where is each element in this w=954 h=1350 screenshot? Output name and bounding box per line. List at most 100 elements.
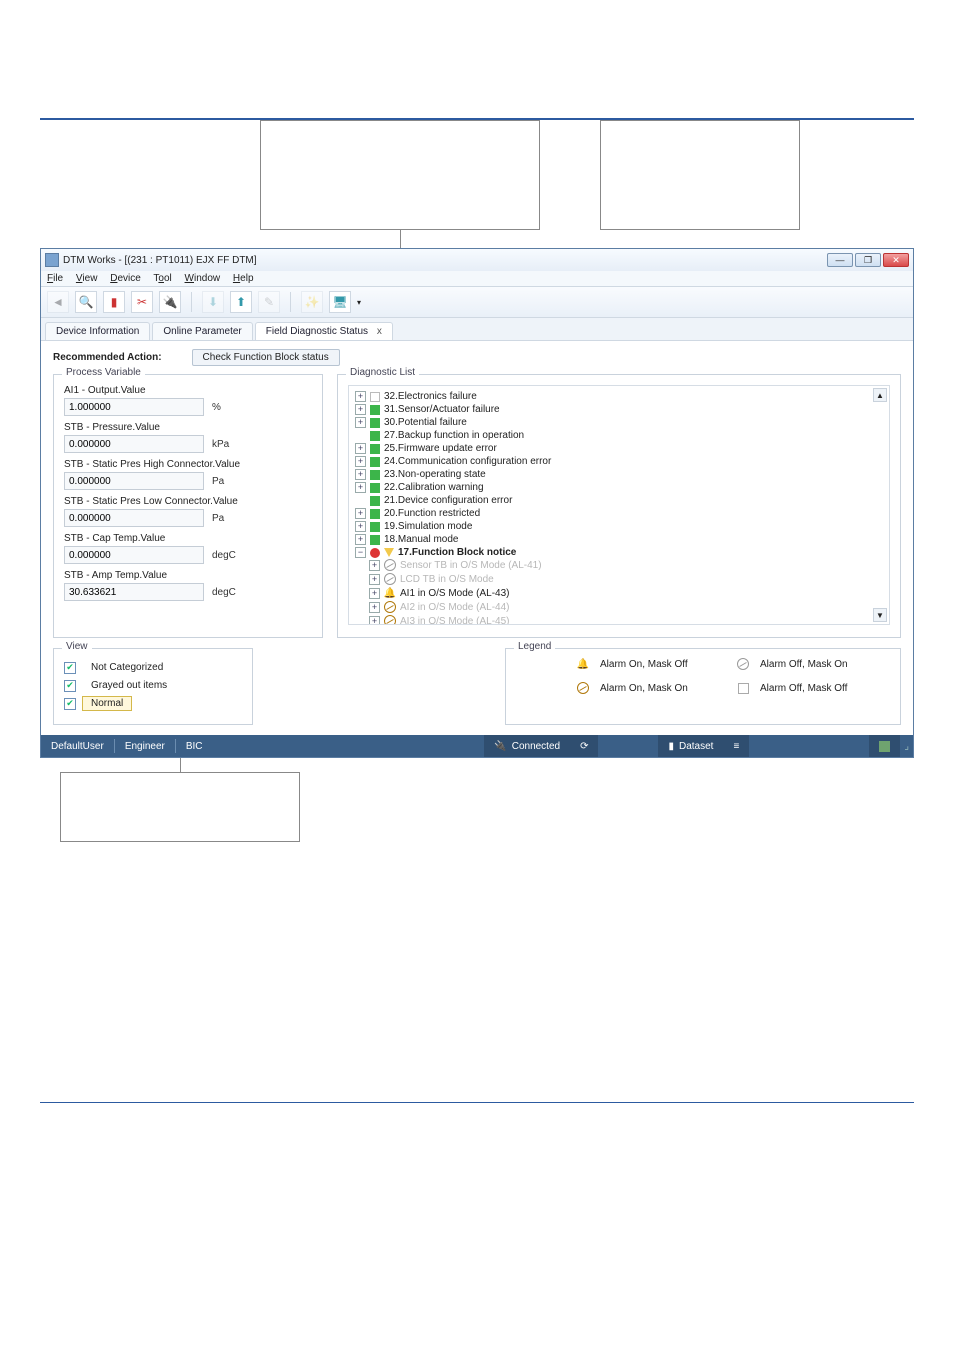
tree-leaf[interactable]: AI2 in O/S Mode (AL-44) — [400, 602, 510, 613]
app-window: DTM Works - [(231 : PT1011) EJX FF DTM] … — [40, 248, 914, 758]
tree-leaf[interactable]: AI1 in O/S Mode (AL-43) — [400, 588, 510, 599]
pv-label: AI1 - Output.Value — [64, 385, 312, 396]
tree-node[interactable]: 22.Calibration warning — [384, 482, 484, 493]
minimize-button[interactable]: — — [827, 253, 853, 267]
process-variable-group: Process Variable AI1 - Output.Value%STB … — [53, 374, 323, 638]
tree-node[interactable]: 17.Function Block notice — [398, 547, 516, 558]
status-user: DefaultUser — [51, 741, 104, 752]
expand-icon[interactable]: + — [355, 521, 366, 532]
tree-node[interactable]: 30.Potential failure — [384, 417, 467, 428]
checkbox-grayed-out[interactable]: ✔ — [64, 680, 76, 692]
expand-icon[interactable]: + — [369, 588, 380, 599]
toolbar-wand-icon: ✨ — [301, 291, 323, 313]
tab-field-diagnostic-status[interactable]: Field Diagnostic Status x — [255, 322, 393, 340]
expand-icon[interactable]: + — [369, 574, 380, 585]
tree-node[interactable]: 32.Electronics failure — [384, 391, 477, 402]
expand-icon[interactable]: + — [355, 417, 366, 428]
annotation-box-top-left — [260, 120, 540, 230]
pv-label: STB - Pressure.Value — [64, 422, 312, 433]
toolbar-connect-icon[interactable]: 🔌 — [159, 291, 181, 313]
pv-unit: degC — [212, 550, 252, 561]
tab-device-information[interactable]: Device Information — [45, 322, 150, 340]
menu-window[interactable]: Window — [185, 273, 221, 284]
pv-label: STB - Static Pres High Connector.Value — [64, 459, 312, 470]
resize-grip-icon[interactable]: ⌟ — [904, 741, 909, 752]
refresh-icon[interactable]: ⟳ — [580, 741, 588, 752]
tree-leaf[interactable]: AI3 in O/S Mode (AL-45) — [400, 616, 510, 626]
menu-device[interactable]: Device — [110, 273, 141, 284]
legend-label: Alarm Off, Mask Off — [760, 683, 890, 694]
title-bar[interactable]: DTM Works - [(231 : PT1011) EJX FF DTM] … — [41, 249, 913, 271]
expand-icon[interactable]: + — [355, 391, 366, 402]
pv-value-field — [64, 546, 204, 564]
tab-close-icon[interactable]: x — [377, 326, 382, 337]
expand-icon[interactable]: + — [369, 602, 380, 613]
bell-icon: 🔔 — [577, 658, 589, 670]
menu-view[interactable]: View — [76, 273, 98, 284]
expand-icon[interactable]: + — [355, 534, 366, 545]
pv-label: STB - Amp Temp.Value — [64, 570, 312, 581]
tree-node[interactable]: 27.Backup function in operation — [384, 430, 524, 441]
annotation-box-top-right — [600, 120, 800, 230]
tree-node[interactable]: 25.Firmware update error — [384, 443, 497, 454]
expand-icon[interactable]: + — [355, 482, 366, 493]
pv-value-field — [64, 583, 204, 601]
menu-file[interactable]: File — [47, 273, 63, 284]
tree-node[interactable]: 23.Non-operating state — [384, 469, 486, 480]
pv-unit: Pa — [212, 476, 252, 487]
pv-unit: % — [212, 402, 252, 413]
view-option-label: Normal — [82, 696, 132, 711]
tree-node[interactable]: 18.Manual mode — [384, 534, 459, 545]
toolbar-db-icon[interactable]: ▮ — [103, 291, 125, 313]
close-button[interactable]: ✕ — [883, 253, 909, 267]
scroll-up-icon[interactable]: ▲ — [873, 388, 887, 402]
expand-icon[interactable]: + — [355, 456, 366, 467]
scroll-down-icon[interactable]: ▼ — [873, 608, 887, 622]
menu-tool[interactable]: Tool — [153, 273, 171, 284]
toolbar-monitor-icon[interactable]: 🖥 — [329, 291, 351, 313]
tree-node[interactable]: 20.Function restricted — [384, 508, 480, 519]
pv-label: STB - Static Pres Low Connector.Value — [64, 496, 312, 507]
square-icon — [738, 683, 749, 694]
tree-node[interactable]: 21.Device configuration error — [384, 495, 512, 506]
status-indicator-icon — [879, 741, 890, 752]
expand-icon[interactable]: + — [355, 443, 366, 454]
diagnostic-tree[interactable]: ▲ ▼ +32.Electronics failure +31.Sensor/A… — [348, 385, 890, 625]
legend-label: Alarm On, Mask Off — [600, 659, 730, 670]
expand-icon[interactable]: + — [369, 616, 380, 626]
expand-icon[interactable]: + — [369, 560, 380, 571]
pv-value-field — [64, 398, 204, 416]
expand-icon[interactable]: + — [355, 404, 366, 415]
expand-icon[interactable]: + — [355, 508, 366, 519]
ban-icon — [384, 601, 396, 613]
tree-node[interactable]: 19.Simulation mode — [384, 521, 472, 532]
toolbar-find-icon[interactable]: 🔍 — [75, 291, 97, 313]
tab-online-parameter[interactable]: Online Parameter — [152, 322, 252, 340]
tree-leaf[interactable]: LCD TB in O/S Mode — [400, 574, 494, 585]
tree-leaf[interactable]: Sensor TB in O/S Mode (AL-41) — [400, 560, 542, 571]
checkbox-not-categorized[interactable]: ✔ — [64, 662, 76, 674]
plug-icon: 🔌 — [494, 741, 506, 752]
toolbar-upload-icon[interactable]: ⬆ — [230, 291, 252, 313]
pv-value-field — [64, 472, 204, 490]
ban-icon — [577, 682, 589, 694]
window-title: DTM Works - [(231 : PT1011) EJX FF DTM] — [63, 255, 257, 266]
view-option-label: Grayed out items — [82, 678, 176, 693]
toolbar-disconnect-icon[interactable]: ✂ — [131, 291, 153, 313]
expand-icon[interactable]: + — [355, 469, 366, 480]
collapse-icon[interactable]: − — [355, 547, 366, 558]
maximize-button[interactable]: ❐ — [855, 253, 881, 267]
pv-value-field — [64, 435, 204, 453]
tree-node[interactable]: 24.Communication configuration error — [384, 456, 551, 467]
ban-icon — [737, 658, 749, 670]
status-role: Engineer — [125, 741, 165, 752]
menu-bar: File View Device Tool Window Help — [41, 271, 913, 287]
checkbox-normal[interactable]: ✔ — [64, 698, 76, 710]
status-bar: DefaultUser Engineer BIC 🔌Connected ⟳ ▮D… — [41, 735, 913, 757]
tree-node[interactable]: 31.Sensor/Actuator failure — [384, 404, 500, 415]
ban-icon — [384, 559, 396, 571]
menu-help[interactable]: Help — [233, 273, 254, 284]
view-option-label: Not Categorized — [82, 660, 172, 675]
pv-label: STB - Cap Temp.Value — [64, 533, 312, 544]
menu-icon[interactable]: ≡ — [733, 741, 739, 752]
